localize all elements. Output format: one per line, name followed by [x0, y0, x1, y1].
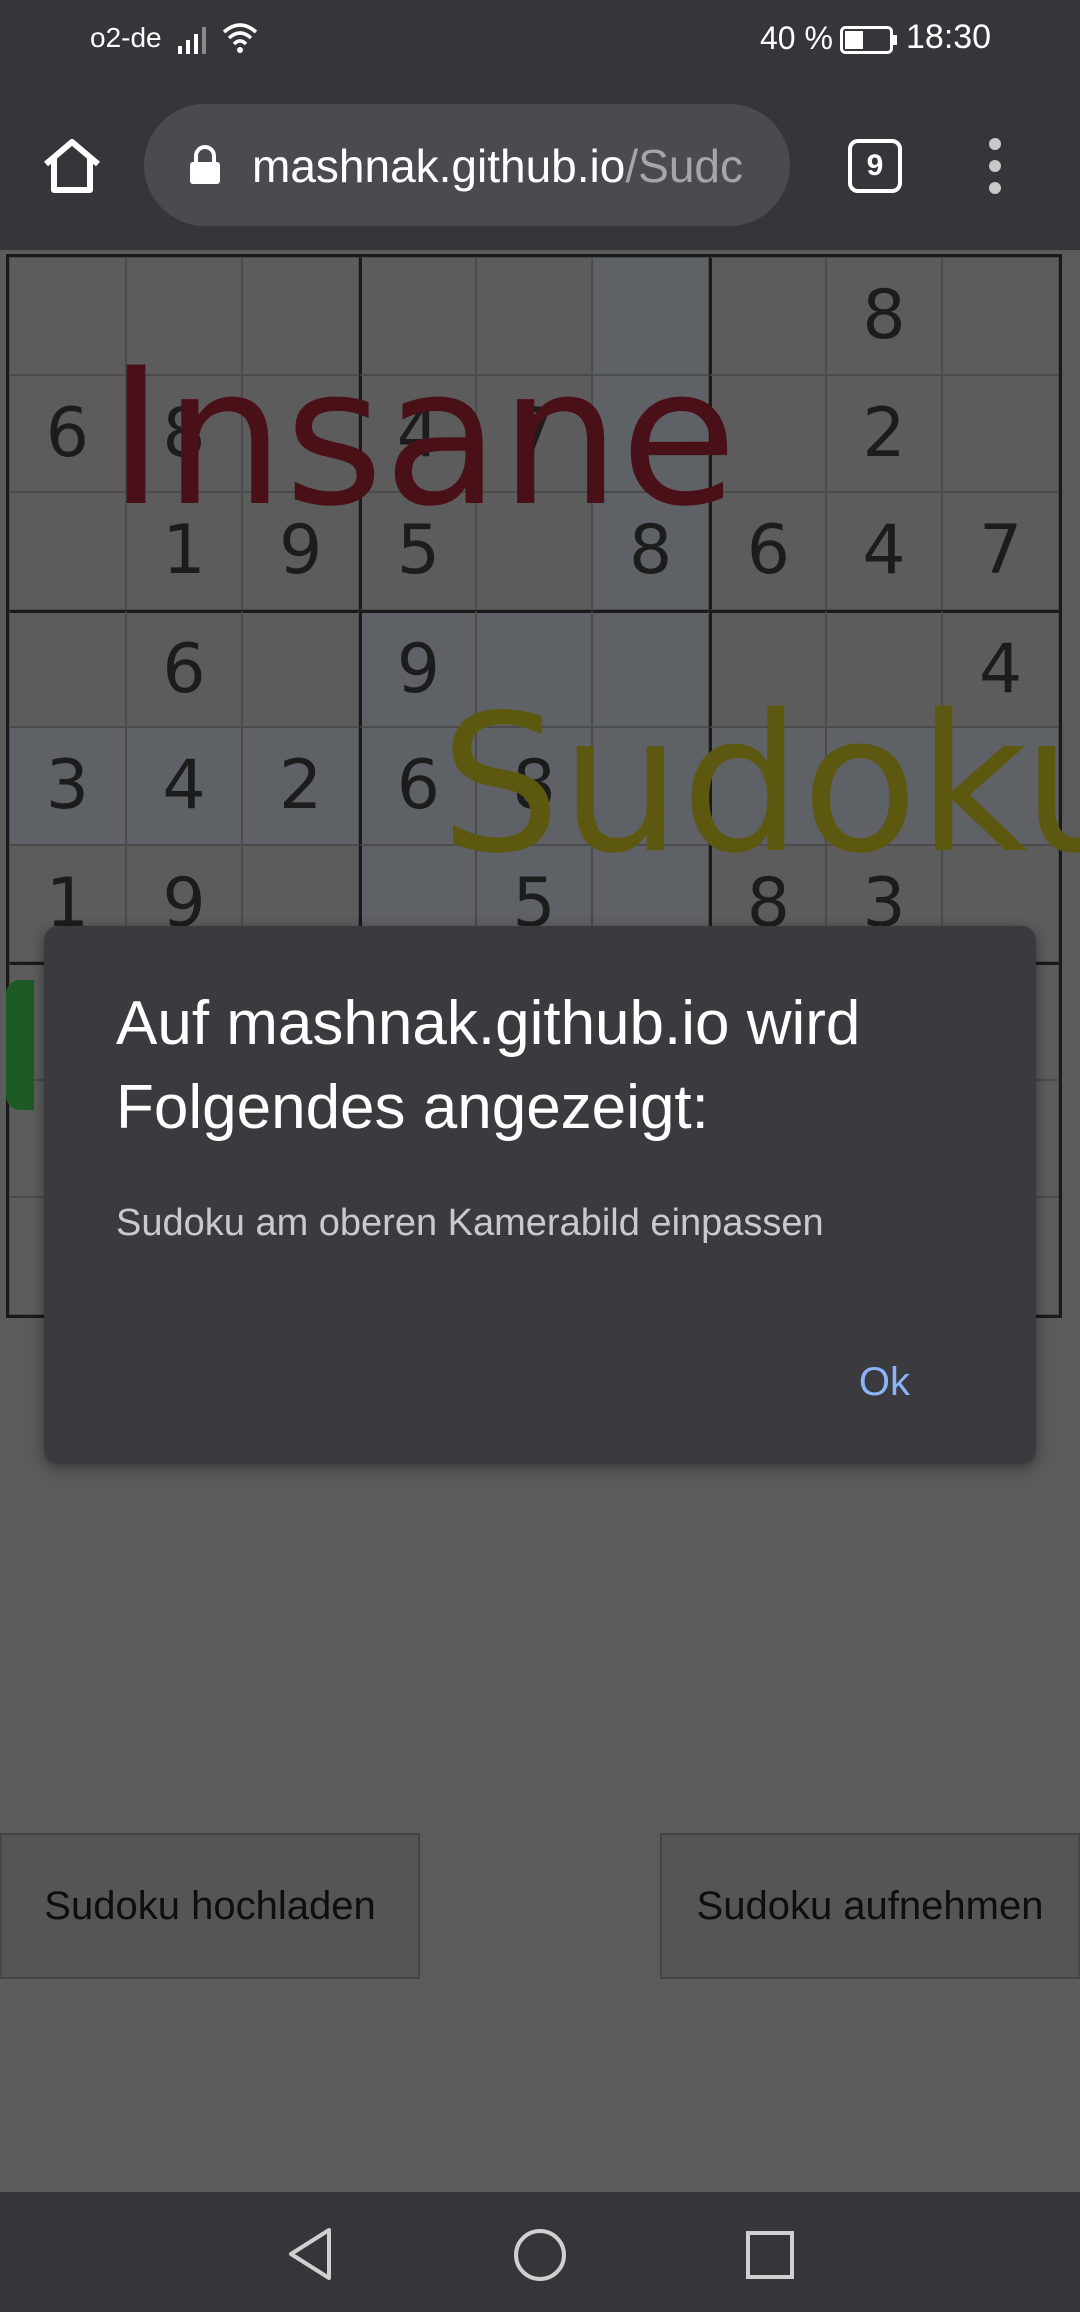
- upload-sudoku-button[interactable]: Sudoku hochladen: [0, 1833, 420, 1979]
- status-bar: o2-de 40 % 18:30: [0, 0, 1080, 82]
- signal-icon: [178, 27, 206, 54]
- sudoku-cell: 4: [125, 727, 243, 845]
- sudoku-cell: 8: [825, 257, 943, 375]
- more-vert-icon[interactable]: [976, 136, 1016, 196]
- sudoku-cell: [9, 609, 126, 728]
- sudoku-cell: 3: [9, 727, 126, 845]
- dialog-title: Auf mashnak.github.io wird Folgendes ang…: [116, 989, 861, 1142]
- sudoku-cell: [942, 374, 1059, 493]
- sudoku-cell: 6: [125, 609, 243, 728]
- home-icon[interactable]: [40, 134, 104, 198]
- sudoku-cell: 2: [242, 727, 359, 845]
- sudoku-overlay-text: Sudoku: [440, 674, 1080, 895]
- clock: 18:30: [906, 18, 992, 56]
- url-text[interactable]: mashnak.github.io/Sudc: [252, 140, 772, 192]
- carrier-label: o2-de: [90, 22, 162, 53]
- system-nav-bar: [0, 2192, 1080, 2312]
- tabs-icon[interactable]: 9: [848, 139, 902, 193]
- sudoku-cell: [242, 609, 359, 728]
- url-path: /Sudc: [625, 140, 743, 192]
- lock-icon: [190, 145, 220, 184]
- battery-icon: [840, 26, 897, 54]
- dialog-ok-button[interactable]: Ok: [859, 1360, 910, 1405]
- wifi-icon: [222, 23, 258, 53]
- alert-dialog: Auf mashnak.github.io wird Folgendes ang…: [44, 926, 1036, 1464]
- capture-sudoku-button[interactable]: Sudoku aufnehmen: [660, 1833, 1080, 1979]
- sudoku-cell: 4: [825, 492, 943, 610]
- address-bar[interactable]: mashnak.github.io/Sudc: [144, 104, 790, 226]
- home-circle-icon[interactable]: [513, 2228, 567, 2282]
- green-overlay-glyph: [6, 980, 34, 1110]
- browser-toolbar: mashnak.github.io/Sudc 9: [0, 82, 1080, 250]
- difficulty-overlay-text: Insane: [108, 327, 738, 548]
- sudoku-cell: 7: [942, 492, 1059, 610]
- recents-icon[interactable]: [745, 2230, 795, 2280]
- battery-percent: 40 %: [760, 20, 833, 56]
- url-host: mashnak.github.io: [252, 140, 626, 192]
- sudoku-cell: 2: [825, 374, 943, 493]
- sudoku-cell: [942, 257, 1059, 375]
- back-icon[interactable]: [285, 2226, 335, 2282]
- dialog-message: Sudoku am oberen Kamerabild einpassen: [116, 1202, 824, 1244]
